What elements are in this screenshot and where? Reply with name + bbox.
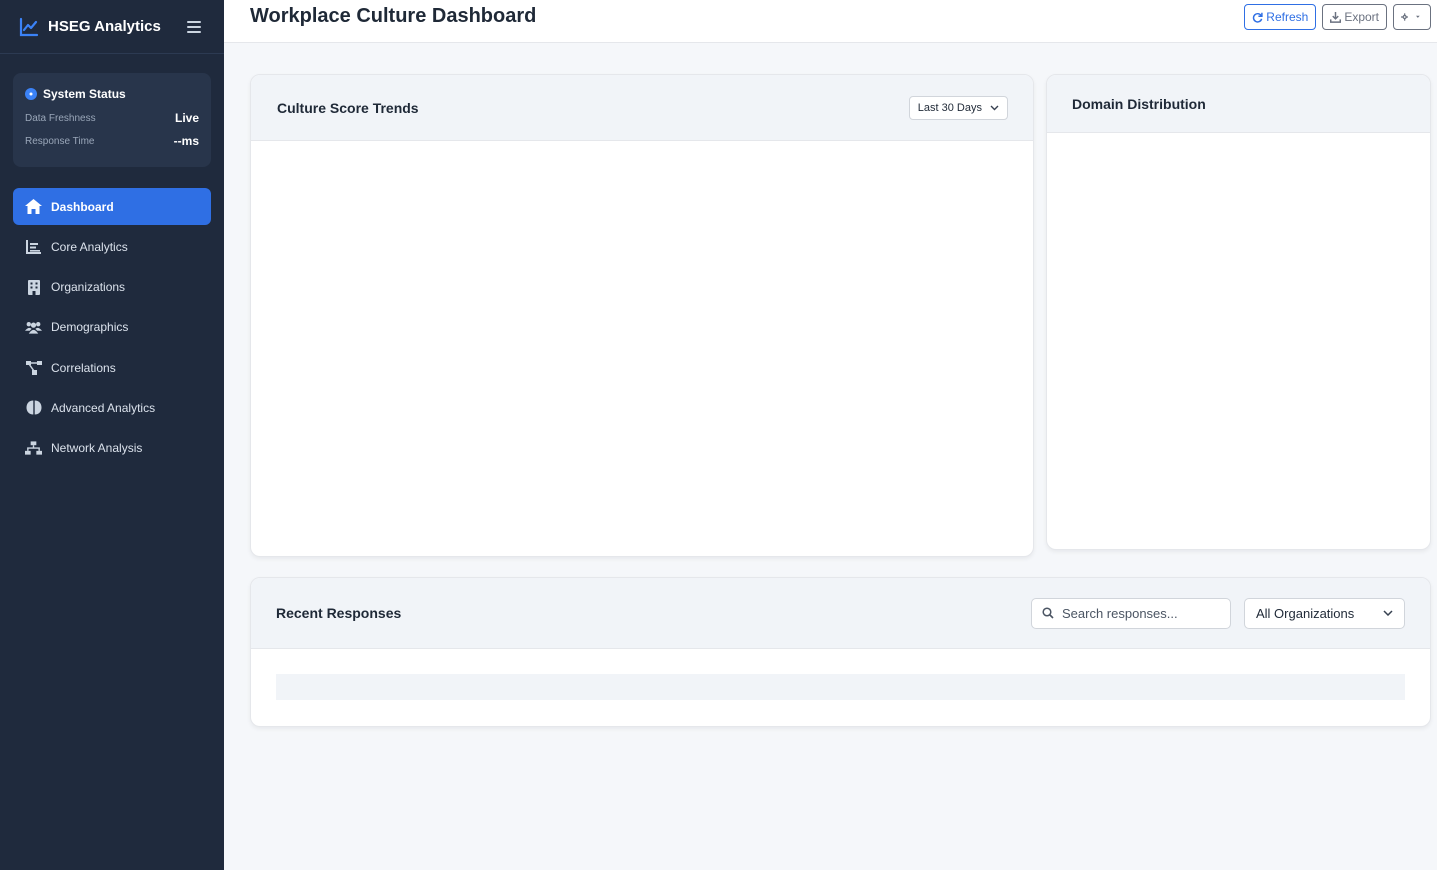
status-label: Response Time xyxy=(25,135,95,147)
sidebar-item-label: Advanced Analytics xyxy=(51,400,156,415)
info-icon xyxy=(25,88,37,100)
sidebar-item-correlations[interactable]: Correlations xyxy=(13,349,211,386)
top-bar: Workplace Culture Dashboard Refresh Expo… xyxy=(224,0,1437,43)
top-actions: Refresh Export xyxy=(1244,4,1431,30)
date-range-select[interactable]: Last 30 Days xyxy=(908,95,1008,120)
responses-table-placeholder xyxy=(276,674,1405,700)
chart-line-icon xyxy=(19,17,39,36)
sidebar-nav: Dashboard Core Analytics Organizations D… xyxy=(13,188,211,470)
card-header: Culture Score Trends Last 30 Days xyxy=(251,75,1033,141)
search-box xyxy=(1031,597,1231,629)
refresh-label: Refresh xyxy=(1266,10,1309,24)
sidebar: HSEG Analytics System Status Data Freshn… xyxy=(0,0,224,870)
menu-toggle-icon[interactable] xyxy=(182,15,206,39)
sidebar-item-label: Network Analysis xyxy=(51,441,143,456)
page-title: Workplace Culture Dashboard xyxy=(250,5,537,27)
brain-icon xyxy=(25,399,42,416)
download-icon xyxy=(1330,11,1342,23)
organization-filter-value: All Organizations xyxy=(1256,605,1355,621)
refresh-icon xyxy=(1253,12,1263,23)
sidebar-item-label: Organizations xyxy=(51,280,126,295)
chart-bar-icon xyxy=(25,238,42,255)
trends-chart-area xyxy=(251,141,1033,556)
refresh-button[interactable]: Refresh xyxy=(1244,4,1317,30)
app-title: HSEG Analytics xyxy=(48,18,161,35)
domain-distribution-card: Domain Distribution xyxy=(1046,74,1431,550)
diagram-icon xyxy=(25,359,42,376)
brand: HSEG Analytics xyxy=(0,0,224,54)
status-value: Live xyxy=(174,111,199,125)
status-label: Data Freshness xyxy=(25,112,96,124)
search-input[interactable] xyxy=(1062,605,1212,621)
export-button[interactable]: Export xyxy=(1322,4,1387,30)
sidebar-item-organizations[interactable]: Organizations xyxy=(13,269,211,306)
sidebar-item-dashboard[interactable]: Dashboard xyxy=(13,188,211,225)
recent-responses-card: Recent Responses All Organizations xyxy=(250,577,1431,727)
status-row-response-time: Response Time --ms xyxy=(25,134,199,148)
status-value: --ms xyxy=(173,134,199,148)
card-header: Domain Distribution xyxy=(1047,75,1430,133)
sidebar-item-label: Core Analytics xyxy=(51,239,128,254)
system-status-card: System Status Data Freshness Live Respon… xyxy=(13,73,211,167)
card-header: Recent Responses All Organizations xyxy=(251,578,1430,649)
card-title: Domain Distribution xyxy=(1072,95,1206,112)
network-icon xyxy=(25,440,42,457)
chevron-down-icon xyxy=(990,105,999,110)
chevron-down-icon xyxy=(1383,610,1393,616)
domain-chart-area xyxy=(1047,133,1430,549)
sidebar-item-label: Correlations xyxy=(51,360,116,375)
search-icon xyxy=(1042,607,1054,619)
sidebar-item-core-analytics[interactable]: Core Analytics xyxy=(13,228,211,265)
culture-score-trends-card: Culture Score Trends Last 30 Days xyxy=(250,74,1034,557)
sidebar-item-network-analysis[interactable]: Network Analysis xyxy=(13,430,211,467)
sidebar-item-demographics[interactable]: Demographics xyxy=(13,309,211,346)
sidebar-item-advanced-analytics[interactable]: Advanced Analytics xyxy=(13,389,211,426)
organization-filter-select[interactable]: All Organizations xyxy=(1244,597,1405,629)
home-icon xyxy=(25,198,42,215)
date-range-value: Last 30 Days xyxy=(917,101,982,114)
card-title: Culture Score Trends xyxy=(277,99,419,116)
users-icon xyxy=(25,319,42,336)
building-icon xyxy=(25,279,42,296)
gear-icon xyxy=(1401,13,1409,21)
system-status-title: System Status xyxy=(43,87,126,101)
card-title: Recent Responses xyxy=(276,605,402,621)
export-label: Export xyxy=(1344,10,1379,24)
caret-down-icon xyxy=(1416,15,1420,18)
status-row-freshness: Data Freshness Live xyxy=(25,111,199,125)
settings-dropdown-button[interactable] xyxy=(1393,4,1431,30)
sidebar-item-label: Demographics xyxy=(51,320,129,335)
sidebar-item-label: Dashboard xyxy=(51,199,114,214)
system-status-header: System Status xyxy=(25,87,199,101)
